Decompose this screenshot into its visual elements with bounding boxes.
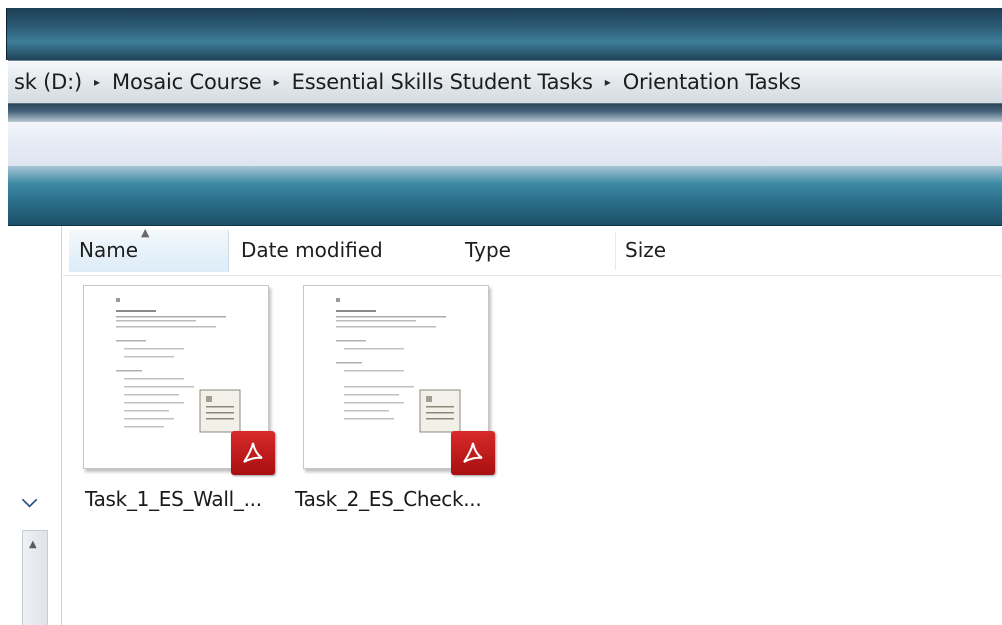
window-titlebar (6, 8, 1002, 60)
menu-band (8, 122, 1002, 166)
column-divider[interactable] (615, 232, 616, 270)
breadcrumb-separator-icon[interactable]: ▸ (268, 75, 286, 89)
pdf-icon (231, 431, 275, 475)
scroll-up-icon[interactable]: ▲ (29, 539, 37, 550)
breadcrumb-drive[interactable]: sk (D:) (8, 70, 88, 94)
pdf-icon (451, 431, 495, 475)
document-preview-icon (314, 292, 474, 462)
file-name[interactable]: Task_1_ES_Wall_... (85, 487, 262, 511)
breadcrumb-orientation-tasks[interactable]: Orientation Tasks (617, 70, 807, 94)
breadcrumb-mosaic-course[interactable]: Mosaic Course (106, 70, 268, 94)
breadcrumb-separator-icon[interactable]: ▸ (88, 75, 106, 89)
column-header-name[interactable]: Name (79, 238, 138, 262)
column-header-date-modified[interactable]: Date modified (241, 238, 383, 262)
command-toolbar (8, 166, 1002, 226)
navigation-scrollbar[interactable]: ▲ (22, 530, 48, 625)
file-item[interactable]: Task_2_ES_Check... (283, 277, 495, 537)
file-name[interactable]: Task_2_ES_Check... (295, 487, 482, 511)
file-list: Task_1_ES_Wall_... Task_2_ES_Check... (63, 277, 1002, 625)
column-header-size[interactable]: Size (625, 238, 666, 262)
breadcrumb-essential-skills[interactable]: Essential Skills Student Tasks (286, 70, 599, 94)
file-item[interactable]: Task_1_ES_Wall_... (63, 277, 275, 537)
address-bar-divider (8, 104, 1002, 122)
document-preview-icon (94, 292, 254, 462)
column-header-type[interactable]: Type (465, 238, 511, 262)
sort-ascending-icon: ▲ (141, 226, 150, 239)
breadcrumb-separator-icon[interactable]: ▸ (599, 75, 617, 89)
column-header-row: ▲ Name Date modified Type Size (63, 226, 1002, 276)
address-bar[interactable]: sk (D:) ▸ Mosaic Course ▸ Essential Skil… (8, 60, 1002, 104)
chevron-down-icon[interactable]: ⌵ (22, 490, 37, 510)
